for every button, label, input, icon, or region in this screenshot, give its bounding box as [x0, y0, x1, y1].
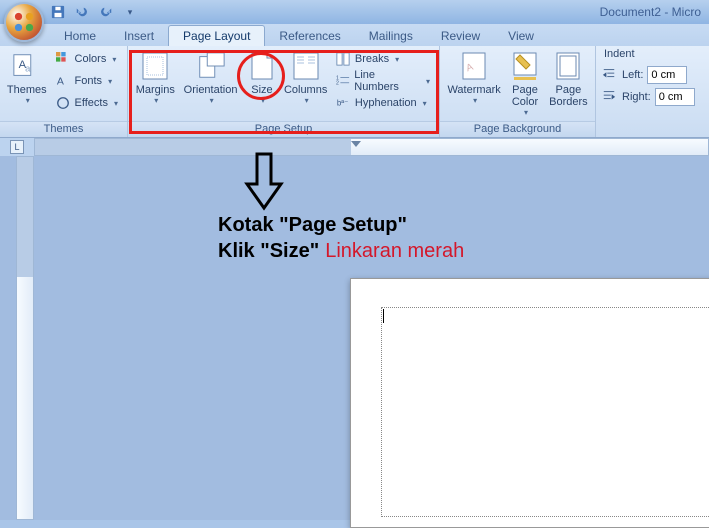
chevron-down-icon: ▾ [26, 96, 30, 105]
document-canvas[interactable] [34, 156, 709, 520]
group-themes: Aa Themes ▾ Colors▾ A Fonts▾ Effects▾ [0, 46, 128, 137]
window-title: Document2 - Micro [600, 5, 701, 19]
annotation-text: Kotak "Page Setup" Klik "Size"Linkaran m… [218, 212, 464, 264]
ruler-area: L [0, 138, 709, 156]
text-frame [381, 307, 709, 517]
effects-icon [55, 95, 71, 111]
horizontal-ruler[interactable] [34, 138, 709, 156]
tab-selector[interactable]: L [0, 138, 34, 156]
svg-text:A: A [56, 76, 63, 88]
watermark-button[interactable]: A Watermark▾ [446, 48, 502, 107]
indent-right-icon [602, 89, 618, 105]
themes-button[interactable]: Aa Themes ▾ [6, 48, 48, 107]
ribbon-tabs: Home Insert Page Layout References Maili… [0, 24, 709, 46]
group-label-page-background: Page Background [440, 121, 595, 137]
watermark-icon: A [458, 50, 490, 82]
page-color-icon [509, 50, 541, 82]
tab-view[interactable]: View [494, 26, 548, 46]
theme-colors-button[interactable]: Colors▾ [52, 48, 121, 70]
save-icon[interactable] [50, 4, 66, 20]
tab-references[interactable]: References [265, 26, 354, 46]
page-color-button[interactable]: Page Color▾ [506, 48, 544, 119]
tab-mailings[interactable]: Mailings [355, 26, 427, 46]
annotation-red-circle [237, 52, 285, 100]
annotation-red-box [129, 50, 439, 134]
tab-review[interactable]: Review [427, 26, 494, 46]
qat-dropdown-icon[interactable]: ▾ [122, 4, 138, 20]
indent-left-icon [602, 67, 618, 83]
group-paragraph: Indent Left: Right: x [596, 46, 709, 137]
vertical-ruler[interactable] [16, 156, 34, 520]
indent-right-input[interactable] [655, 88, 695, 106]
title-bar: ▾ Document2 - Micro [0, 0, 709, 24]
indent-left-input[interactable] [647, 66, 687, 84]
tab-page-layout[interactable]: Page Layout [168, 25, 265, 46]
office-button[interactable] [4, 2, 44, 42]
group-label-themes: Themes [0, 121, 127, 137]
text-cursor [383, 309, 384, 323]
colors-icon [55, 51, 71, 67]
fonts-icon: A [55, 73, 71, 89]
svg-text:a: a [25, 64, 31, 74]
quick-access-toolbar: ▾ [50, 4, 138, 20]
group-page-background: A Watermark▾ Page Color▾ Page Borders Pa… [440, 46, 596, 137]
document-page[interactable] [350, 278, 709, 528]
theme-fonts-button[interactable]: A Fonts▾ [52, 70, 121, 92]
indent-header: Indent [602, 48, 635, 60]
tab-home[interactable]: Home [50, 26, 110, 46]
tab-insert[interactable]: Insert [110, 26, 168, 46]
theme-effects-button[interactable]: Effects▾ [52, 92, 121, 114]
redo-icon[interactable] [98, 4, 114, 20]
undo-icon[interactable] [74, 4, 90, 20]
annotation-arrow [244, 154, 284, 215]
page-borders-icon [552, 50, 584, 82]
ribbon: Aa Themes ▾ Colors▾ A Fonts▾ Effects▾ [0, 46, 709, 138]
page-borders-button[interactable]: Page Borders [548, 48, 589, 110]
themes-icon: Aa [11, 50, 43, 82]
document-area: Kotak "Page Setup" Klik "Size"Linkaran m… [0, 156, 709, 520]
